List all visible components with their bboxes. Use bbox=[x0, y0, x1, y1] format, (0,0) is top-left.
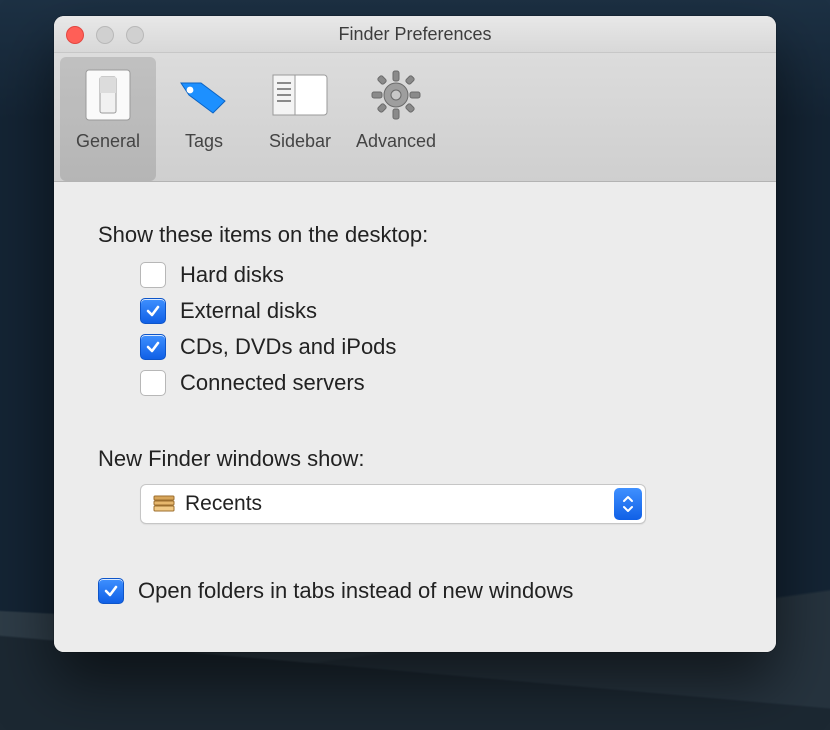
preferences-window: Finder Preferences General Tags bbox=[54, 16, 776, 652]
toolbar: General Tags S bbox=[54, 53, 776, 182]
popup-arrows-icon bbox=[614, 488, 642, 520]
new-window-heading: New Finder windows show: bbox=[98, 446, 732, 472]
window-title: Finder Preferences bbox=[338, 24, 491, 45]
tag-icon bbox=[174, 65, 234, 125]
gear-icon bbox=[366, 65, 426, 125]
close-button[interactable] bbox=[66, 26, 84, 44]
titlebar: Finder Preferences bbox=[54, 16, 776, 53]
checkbox-hard-disks[interactable] bbox=[140, 262, 166, 288]
content-pane: Show these items on the desktop: Hard di… bbox=[54, 182, 776, 652]
tab-label: Tags bbox=[185, 131, 223, 152]
desktop-items-heading: Show these items on the desktop: bbox=[98, 222, 732, 248]
light-switch-icon bbox=[78, 65, 138, 125]
tab-label: General bbox=[76, 131, 140, 152]
tab-tags[interactable]: Tags bbox=[156, 57, 252, 181]
checkbox-label: Open folders in tabs instead of new wind… bbox=[138, 580, 573, 602]
minimize-button[interactable] bbox=[96, 26, 114, 44]
checkbox-label: External disks bbox=[180, 300, 317, 322]
new-window-popup[interactable]: Recents bbox=[140, 484, 646, 524]
checkbox-label: Hard disks bbox=[180, 264, 284, 286]
tab-label: Advanced bbox=[356, 131, 436, 152]
checkbox-label: Connected servers bbox=[180, 372, 365, 394]
zoom-button[interactable] bbox=[126, 26, 144, 44]
popup-selected-value: Recents bbox=[185, 492, 262, 516]
tab-general[interactable]: General bbox=[60, 57, 156, 181]
checkbox-open-in-tabs[interactable] bbox=[98, 578, 124, 604]
tab-sidebar[interactable]: Sidebar bbox=[252, 57, 348, 181]
checkbox-label: CDs, DVDs and iPods bbox=[180, 336, 396, 358]
tab-label: Sidebar bbox=[269, 131, 331, 152]
recents-icon bbox=[151, 493, 177, 515]
checkbox-connected-servers[interactable] bbox=[140, 370, 166, 396]
checkbox-external-disks[interactable] bbox=[140, 298, 166, 324]
tab-advanced[interactable]: Advanced bbox=[348, 57, 444, 181]
checkbox-cds-dvds-ipods[interactable] bbox=[140, 334, 166, 360]
sidebar-icon bbox=[270, 65, 330, 125]
